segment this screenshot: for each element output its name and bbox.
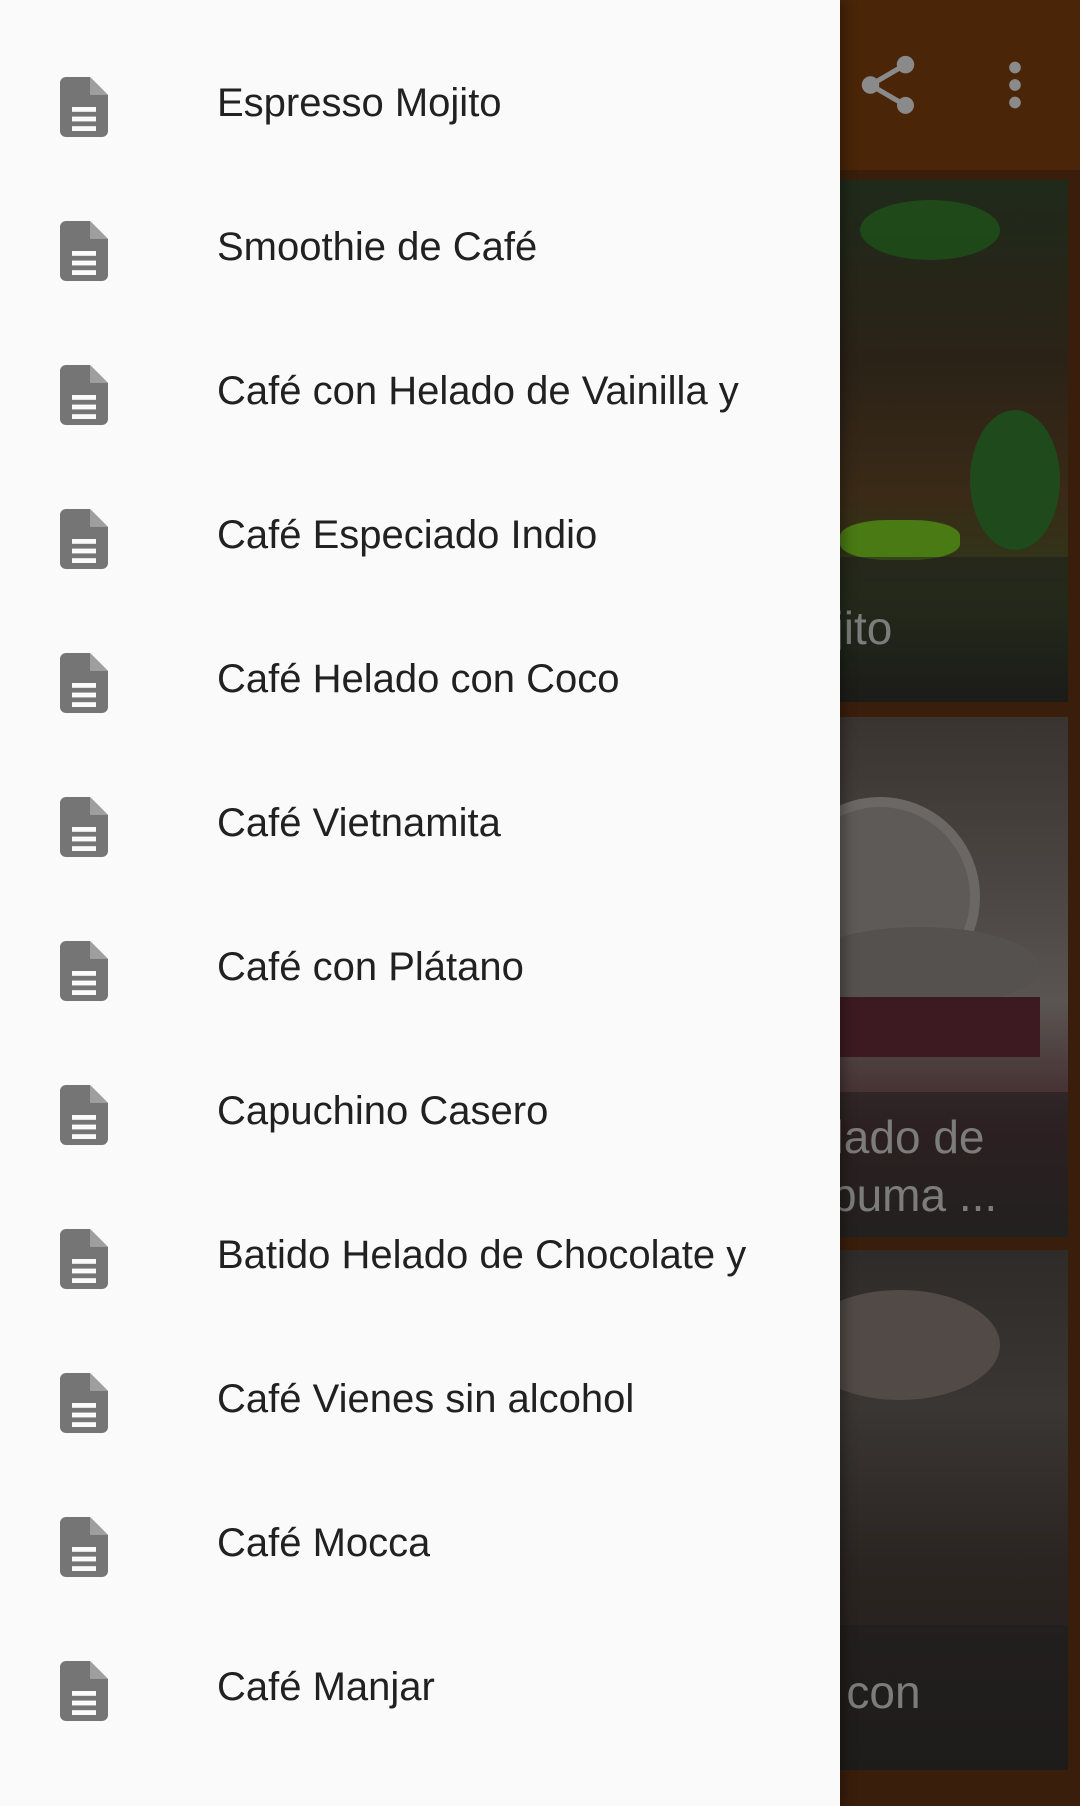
card-caption-line: elado de: [840, 1111, 985, 1163]
card-image-decoration: [970, 410, 1060, 550]
recipe-card[interactable]: elado de spuma ...: [840, 717, 1068, 1237]
screen: ojito elado de spuma ... o con: [0, 0, 1080, 1806]
drawer-menu-item-label: Espresso Mojito: [217, 81, 502, 125]
drawer-menu-item-label: Capuchino Casero: [217, 1089, 549, 1133]
drawer-menu-item[interactable]: Smoothie de Café: [0, 175, 840, 319]
document-icon: [60, 1373, 108, 1433]
card-image-decoration: [840, 520, 960, 560]
drawer-menu-item[interactable]: Café Manjar: [0, 1615, 840, 1759]
drawer-menu-item[interactable]: Espresso Mojito: [0, 31, 840, 175]
navigation-drawer: Espresso Machiato Espresso Mojito: [0, 0, 840, 1806]
more-options-icon[interactable]: [980, 50, 1050, 120]
drawer-menu-item[interactable]: Café Mocca: [0, 1471, 840, 1615]
document-icon: [60, 365, 108, 425]
document-icon: [60, 797, 108, 857]
document-icon: [60, 221, 108, 281]
drawer-menu-item-label: Café con Plátano: [217, 945, 524, 989]
drawer-menu-item-label: Café Mocca: [217, 1521, 431, 1565]
drawer-menu-item-label: Batido Helado de Chocolate y: [217, 1233, 747, 1277]
card-image-decoration: [840, 1290, 1000, 1400]
card-image-decoration: [840, 997, 1040, 1057]
drawer-menu-item[interactable]: Café Helado con Coco: [0, 607, 840, 751]
card-caption: ojito: [840, 557, 1068, 702]
document-icon: [60, 941, 108, 1001]
drawer-menu-list: Espresso Machiato Espresso Mojito: [0, 0, 840, 1759]
drawer-menu-item[interactable]: Café Vietnamita: [0, 751, 840, 895]
document-icon: [60, 77, 108, 137]
drawer-menu-item-label: Café con Helado de Vainilla y: [217, 369, 739, 413]
share-icon[interactable]: [853, 50, 923, 120]
drawer-menu-item[interactable]: Café con Plátano: [0, 895, 840, 1039]
drawer-menu-item[interactable]: Espresso Machiato: [0, 0, 840, 31]
drawer-menu-item-label: Smoothie de Café: [217, 225, 538, 269]
document-icon: [60, 1085, 108, 1145]
document-icon: [60, 1661, 108, 1721]
drawer-menu-item[interactable]: Café Vienes sin alcohol: [0, 1327, 840, 1471]
document-icon: [60, 509, 108, 569]
recipe-card[interactable]: ojito: [840, 180, 1068, 702]
drawer-menu-item-label: Café Manjar: [217, 1665, 435, 1709]
drawer-menu-item[interactable]: Batido Helado de Chocolate y: [0, 1183, 840, 1327]
drawer-menu-item[interactable]: Café Especiado Indio: [0, 463, 840, 607]
card-image-decoration: [860, 200, 1000, 260]
drawer-menu-item-label: Café Especiado Indio: [217, 513, 598, 557]
card-caption-line: spuma ...: [840, 1169, 998, 1221]
document-icon: [60, 653, 108, 713]
document-icon: [60, 1517, 108, 1577]
card-image-decoration: [840, 927, 1040, 1007]
drawer-menu-item-label: Café Helado con Coco: [217, 657, 620, 701]
drawer-menu-item[interactable]: Café con Helado de Vainilla y: [0, 319, 840, 463]
card-caption: o con: [840, 1625, 1068, 1770]
card-caption-line: o con: [840, 1666, 921, 1718]
card-caption: elado de spuma ...: [840, 1092, 1068, 1237]
drawer-menu-item-label: Café Vietnamita: [217, 801, 501, 845]
drawer-menu-item[interactable]: Capuchino Casero: [0, 1039, 840, 1183]
recipe-card[interactable]: o con: [840, 1250, 1068, 1770]
drawer-menu-item-label: Espresso Machiato: [217, 0, 557, 31]
document-icon: [60, 1229, 108, 1289]
card-caption-line: ojito: [840, 602, 893, 654]
drawer-menu-item-label: Café Vienes sin alcohol: [217, 1377, 635, 1421]
